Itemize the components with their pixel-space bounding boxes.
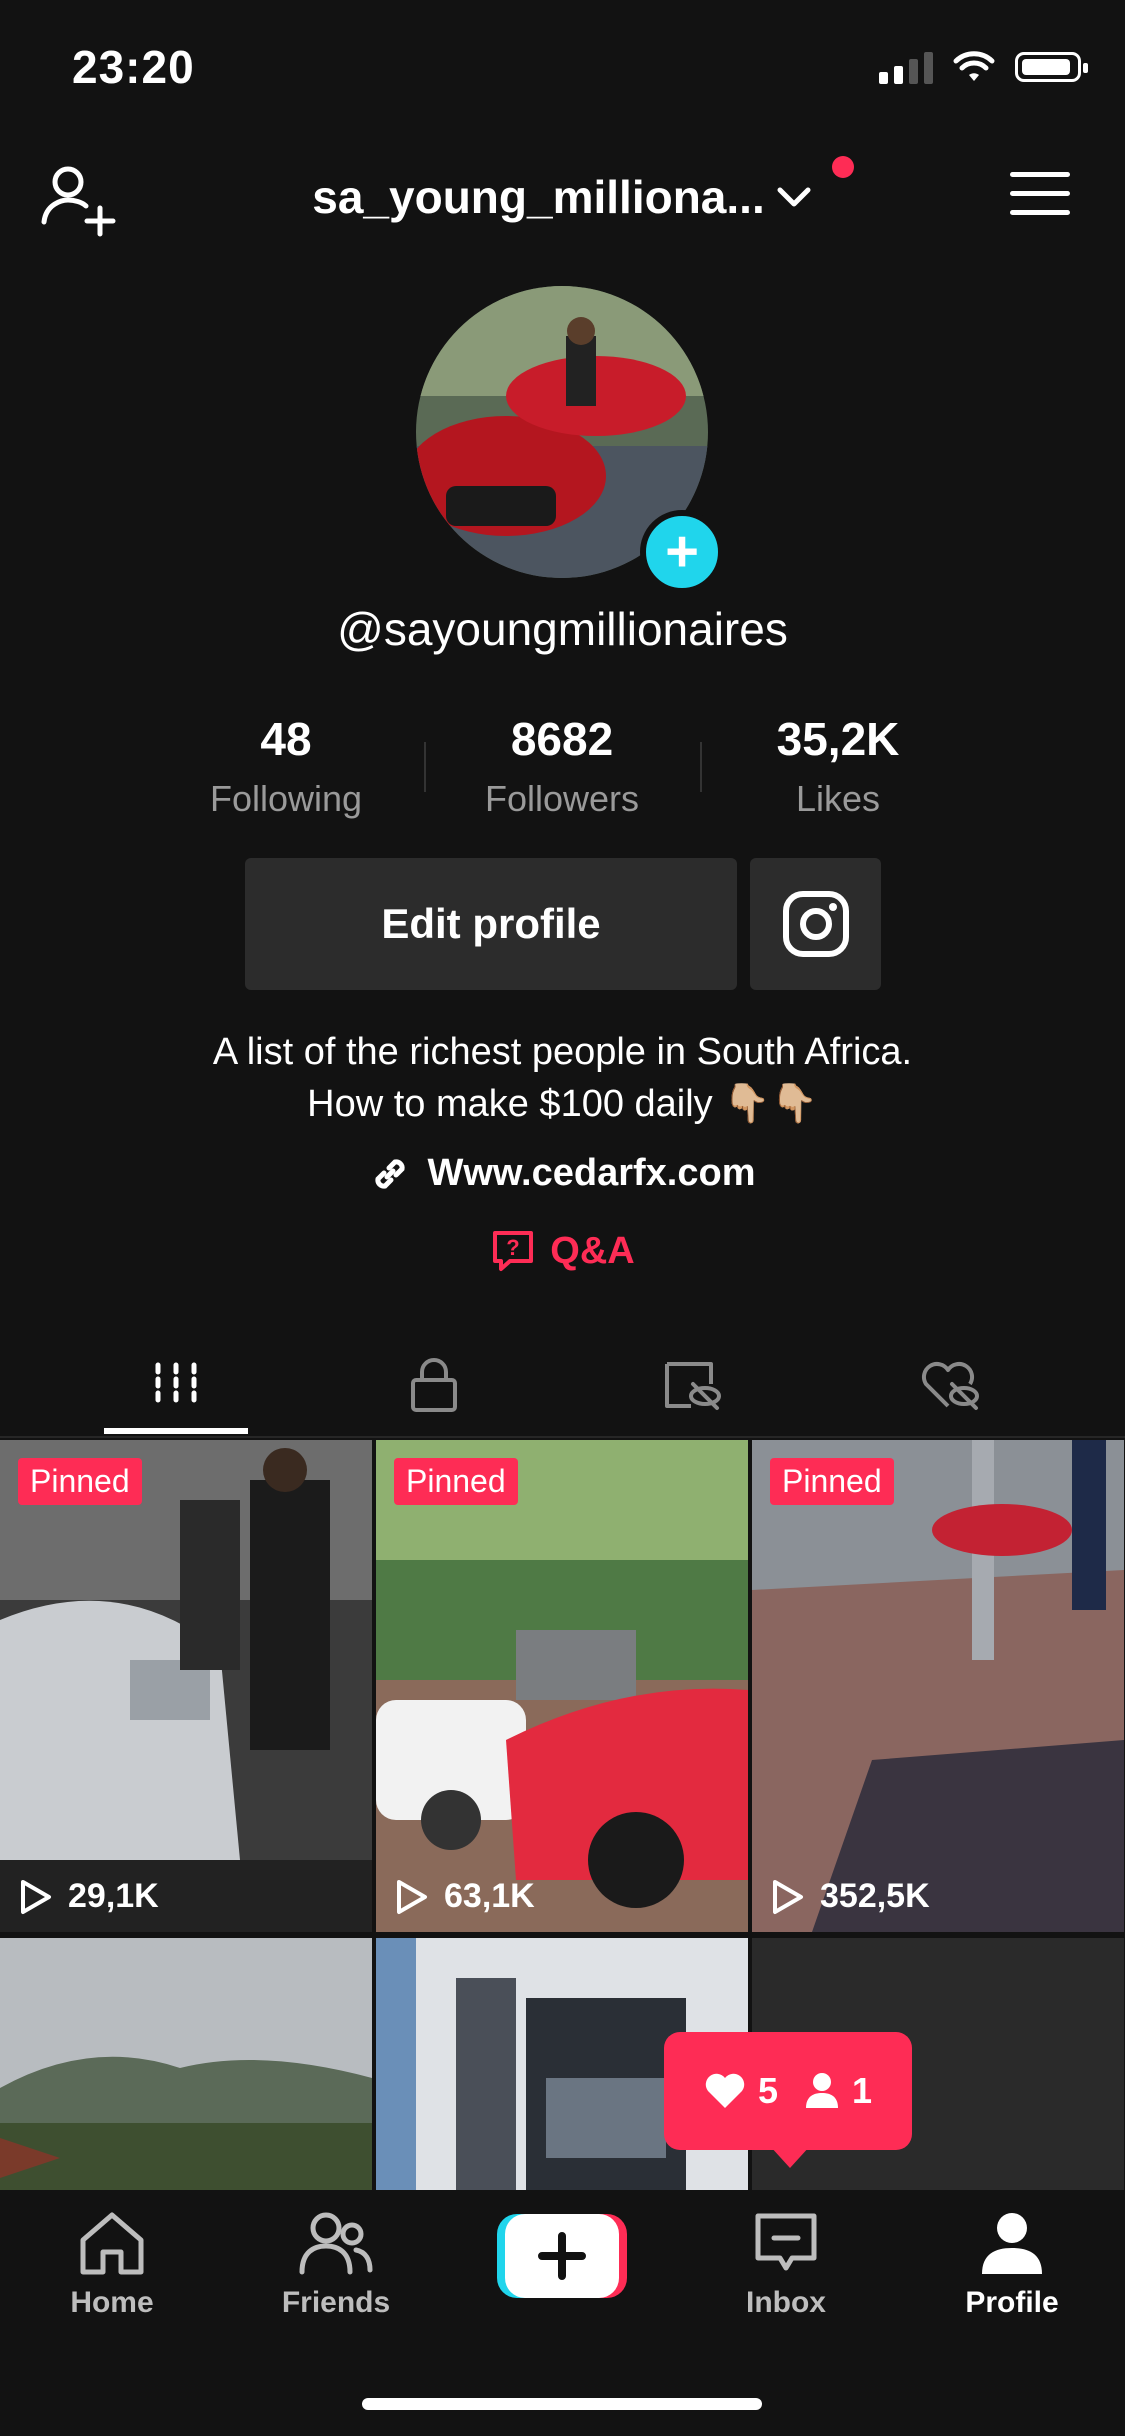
bio-line: A list of the richest people in South Af… <box>212 1031 913 1073</box>
likes-stat[interactable]: 35,2K Likes <box>698 712 978 820</box>
activity-popup[interactable]: 5 1 <box>664 2032 912 2150</box>
view-count: 352,5K <box>770 1877 930 1916</box>
nav-profile[interactable]: Profile <box>922 2210 1102 2320</box>
nav-inbox-label: Inbox <box>746 2286 826 2319</box>
plus-icon: + <box>665 519 699 584</box>
qa-link[interactable]: ? Q&A <box>0 1228 1125 1274</box>
bio-line: How to make $100 daily 👇🏼👇🏼 <box>307 1083 818 1125</box>
account-switcher[interactable]: sa_young_milliona... <box>0 170 1125 224</box>
nav-friends[interactable]: Friends <box>246 2210 426 2320</box>
nav-profile-label: Profile <box>965 2286 1059 2319</box>
heart-icon <box>705 2073 745 2108</box>
nav-inbox[interactable]: Inbox <box>696 2210 876 2320</box>
profile-bio: A list of the richest people in South Af… <box>0 1026 1125 1130</box>
cellular-signal-icon <box>879 50 933 84</box>
view-count: 63,1K <box>394 1877 535 1916</box>
view-count: 29,1K <box>18 1877 159 1916</box>
qa-label: Q&A <box>550 1229 635 1272</box>
tab-videos[interactable] <box>46 1340 306 1430</box>
instagram-icon <box>782 891 849 957</box>
heart-hidden-icon <box>922 1362 979 1410</box>
tab-active-indicator <box>104 1428 248 1434</box>
tab-favorites[interactable] <box>562 1340 822 1430</box>
wifi-icon <box>953 51 995 81</box>
chevron-down-icon <box>777 187 811 207</box>
popup-likes: 5 <box>704 2070 778 2112</box>
home-icon <box>80 2212 144 2275</box>
video-thumbnail[interactable] <box>0 1938 372 2190</box>
friends-icon <box>299 2212 373 2275</box>
eye-hidden-icon <box>665 1362 721 1410</box>
video-thumbnail[interactable]: Pinned 352,5K <box>752 1440 1124 1932</box>
tab-divider <box>0 1436 1125 1438</box>
person-icon <box>806 2073 838 2108</box>
link-icon <box>375 1158 406 1189</box>
tab-private[interactable] <box>304 1340 564 1430</box>
home-indicator <box>362 2398 762 2410</box>
lock-icon <box>411 1358 457 1412</box>
pinned-badge: Pinned <box>394 1458 518 1505</box>
edit-profile-button[interactable]: Edit profile <box>245 858 737 990</box>
video-thumbnail[interactable]: Pinned 63,1K <box>376 1440 748 1932</box>
hamburger-line <box>1010 191 1070 196</box>
play-icon <box>21 1879 51 1914</box>
hamburger-icon <box>1010 172 1070 177</box>
following-count: 48 <box>260 713 312 765</box>
popup-arrow <box>770 2146 810 2168</box>
popup-followers: 1 <box>804 2070 872 2112</box>
followers-stat[interactable]: 8682 Followers <box>422 712 702 820</box>
followers-label: Followers <box>484 778 640 819</box>
status-icons <box>879 50 1088 84</box>
profile-icon <box>982 2213 1042 2274</box>
link-text: Www.cedarfx.com <box>427 1152 756 1194</box>
videos-grid-icon <box>155 1362 197 1408</box>
instagram-button[interactable] <box>750 858 881 990</box>
view-count-text: 63,1K <box>444 1877 535 1915</box>
inbox-icon <box>755 2213 817 2271</box>
likes-label: Likes <box>795 778 881 819</box>
pinned-badge: Pinned <box>770 1458 894 1505</box>
menu-button[interactable] <box>1010 172 1070 222</box>
view-count-text: 29,1K <box>68 1877 159 1915</box>
profile-link[interactable]: Www.cedarfx.com <box>0 1152 1125 1195</box>
nav-friends-label: Friends <box>281 2286 391 2319</box>
tab-liked[interactable] <box>820 1340 1080 1430</box>
likes-count: 35,2K <box>776 713 900 765</box>
create-button[interactable] <box>497 2214 627 2298</box>
nav-home[interactable]: Home <box>22 2210 202 2320</box>
battery-icon <box>1015 52 1088 82</box>
following-label: Following <box>209 778 363 819</box>
popup-followers-count: 1 <box>852 2070 873 2111</box>
nav-home-label: Home <box>70 2286 154 2319</box>
add-avatar-button[interactable]: + <box>640 510 724 594</box>
profile-handle: @sayoungmillionaires <box>337 603 788 655</box>
profile-username: sa_young_milliona... <box>312 171 765 223</box>
view-count-text: 352,5K <box>820 1877 930 1915</box>
popup-likes-count: 5 <box>757 2070 778 2111</box>
svg-text:?: ? <box>507 1235 520 1260</box>
status-time: 23:20 <box>72 41 195 93</box>
hamburger-line <box>1010 210 1070 215</box>
video-thumbnail[interactable]: Pinned 29,1K <box>0 1440 372 1932</box>
question-bubble-icon: ? <box>493 1231 534 1271</box>
notification-dot <box>832 156 854 178</box>
play-icon <box>397 1879 427 1914</box>
pinned-badge: Pinned <box>18 1458 142 1505</box>
play-icon <box>773 1879 803 1914</box>
following-stat[interactable]: 48 Following <box>146 712 426 820</box>
followers-count: 8682 <box>510 713 614 765</box>
